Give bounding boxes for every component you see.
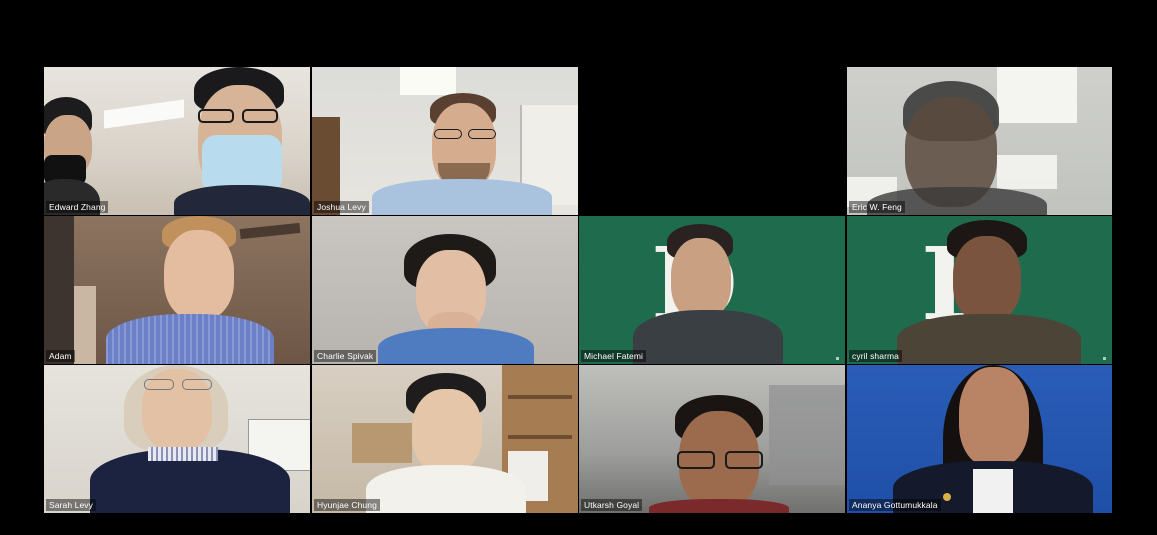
participant-name: Michael Fatemi — [581, 350, 647, 362]
video-tile-eric-w-feng[interactable]: Eric W. Feng — [847, 67, 1112, 215]
video-feed: D — [847, 216, 1112, 364]
video-tile-ananya-gottumukkala[interactable]: Ananya Gottumukkala — [847, 365, 1112, 513]
participant-name: Hyunjae Chung — [314, 499, 380, 511]
video-feed — [312, 216, 578, 364]
participant-name: Sarah Levy — [46, 499, 96, 511]
video-tile-cyril-sharma[interactable]: D cyril sharma — [847, 216, 1112, 364]
video-tile-hyunjae-chung[interactable]: Hyunjae Chung — [312, 365, 578, 513]
participant-name: Adam — [46, 350, 75, 362]
video-tile-edward-zhang[interactable]: Edward Zhang — [44, 67, 310, 215]
video-feed — [44, 365, 310, 513]
video-feed: D — [579, 216, 845, 364]
participant-name: Eric W. Feng — [849, 201, 905, 213]
video-tile-empty — [579, 67, 845, 215]
participant-name: Joshua Levy — [314, 201, 369, 213]
video-tile-sarah-levy[interactable]: Sarah Levy — [44, 365, 310, 513]
video-tile-utkarsh-goyal[interactable]: Utkarsh Goyal — [579, 365, 845, 513]
video-feed — [44, 67, 310, 215]
video-tile-michael-fatemi[interactable]: D Michael Fatemi — [579, 216, 845, 364]
video-feed — [847, 365, 1112, 513]
participant-name: Edward Zhang — [46, 201, 109, 213]
video-feed — [312, 365, 578, 513]
pin-icon — [943, 493, 951, 501]
participant-name: cyril sharma — [849, 350, 903, 362]
participant-name: Utkarsh Goyal — [581, 499, 643, 511]
video-tile-adam[interactable]: Adam — [44, 216, 310, 364]
video-feed — [44, 216, 310, 364]
video-tile-charlie-spivak[interactable]: Charlie Spivak — [312, 216, 578, 364]
video-tile-joshua-levy[interactable]: Joshua Levy — [312, 67, 578, 215]
video-feed — [312, 67, 578, 215]
participant-name: Ananya Gottumukkala — [849, 499, 941, 511]
video-feed — [579, 365, 845, 513]
video-feed — [847, 67, 1112, 215]
participant-name: Charlie Spivak — [314, 350, 377, 362]
video-grid: Edward Zhang Joshua Levy Eric W. Feng Ad… — [44, 67, 1112, 513]
